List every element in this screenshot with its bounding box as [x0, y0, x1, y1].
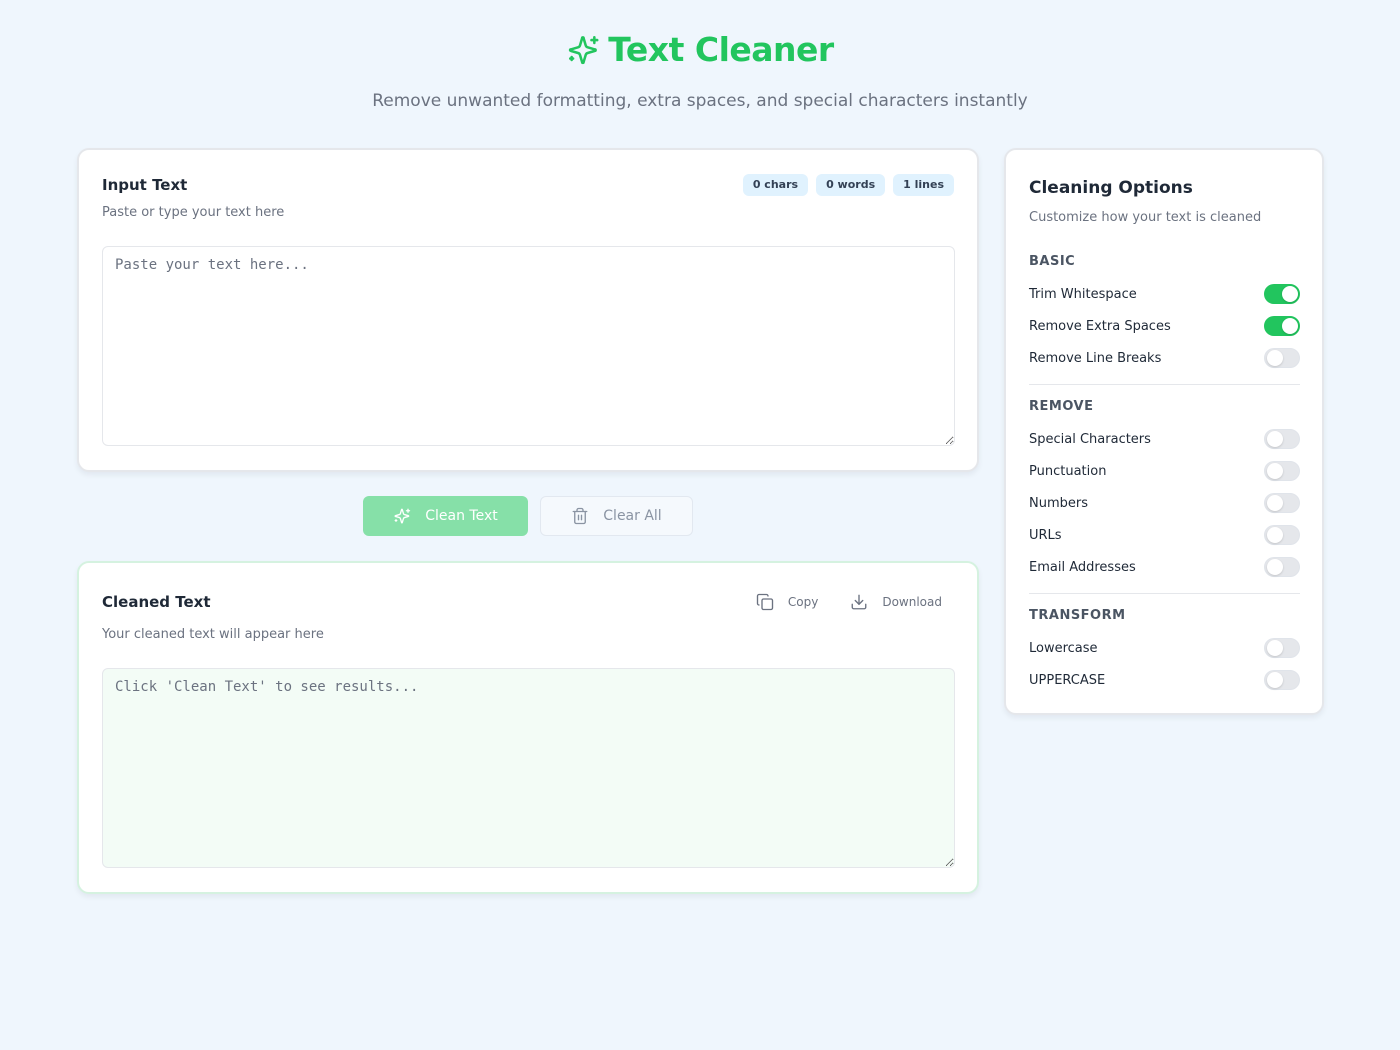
download-label: Download: [882, 595, 942, 609]
input-card-title: Input Text: [102, 176, 188, 194]
download-button[interactable]: Download: [850, 593, 942, 611]
option-remove-extra-spaces: Remove Extra Spaces: [1029, 315, 1300, 337]
option-label: URLs: [1029, 527, 1062, 543]
divider: [1029, 593, 1300, 594]
page-header: Text Cleaner: [0, 30, 1400, 69]
copy-label: Copy: [787, 595, 819, 609]
toggle-email-addresses[interactable]: [1264, 557, 1300, 577]
char-count-badge: 0 chars: [742, 174, 809, 196]
toggle-special-characters[interactable]: [1264, 429, 1300, 449]
section-label-remove: REMOVE: [1029, 399, 1094, 414]
option-urls: URLs: [1029, 524, 1300, 546]
option-label: Punctuation: [1029, 463, 1107, 479]
option-label: Special Characters: [1029, 431, 1151, 447]
text-stats: 0 chars 0 words 1 lines: [742, 174, 954, 196]
toggle-trim-whitespace[interactable]: [1264, 284, 1300, 304]
toggle-knob: [1267, 559, 1283, 575]
option-uppercase: UPPERCASE: [1029, 669, 1300, 691]
input-textarea[interactable]: [102, 246, 955, 446]
option-special-characters: Special Characters: [1029, 428, 1300, 450]
toggle-knob: [1267, 463, 1283, 479]
option-label: Remove Extra Spaces: [1029, 318, 1171, 334]
option-label: Email Addresses: [1029, 559, 1136, 575]
option-punctuation: Punctuation: [1029, 460, 1300, 482]
input-card: Input Text Paste or type your text here …: [77, 148, 979, 472]
section-label-basic: BASIC: [1029, 254, 1076, 269]
toggle-knob: [1282, 286, 1298, 302]
output-textarea[interactable]: [102, 668, 955, 868]
copy-button[interactable]: Copy: [756, 593, 818, 611]
toggle-uppercase[interactable]: [1264, 670, 1300, 690]
output-card: Cleaned Text Your cleaned text will appe…: [77, 561, 979, 894]
toggle-knob: [1267, 672, 1283, 688]
option-label: Remove Line Breaks: [1029, 350, 1162, 366]
toggle-knob: [1267, 350, 1283, 366]
toggle-lowercase[interactable]: [1264, 638, 1300, 658]
options-card: Cleaning Options Customize how your text…: [1004, 148, 1324, 715]
clear-all-label: Clear All: [603, 508, 662, 524]
word-count-badge: 0 words: [816, 174, 886, 196]
option-label: UPPERCASE: [1029, 672, 1106, 688]
sparkle-icon: [566, 33, 600, 67]
output-card-title: Cleaned Text: [102, 593, 211, 611]
output-actions: Copy Download: [756, 593, 942, 611]
option-remove-line-breaks: Remove Line Breaks: [1029, 347, 1300, 369]
toggle-knob: [1267, 431, 1283, 447]
clear-all-button[interactable]: Clear All: [540, 496, 693, 536]
options-description: Customize how your text is cleaned: [1029, 210, 1262, 225]
option-numbers: Numbers: [1029, 492, 1300, 514]
toggle-knob: [1282, 318, 1298, 334]
options-title: Cleaning Options: [1029, 178, 1193, 198]
option-trim-whitespace: Trim Whitespace: [1029, 283, 1300, 305]
divider: [1029, 384, 1300, 385]
line-count-badge: 1 lines: [893, 174, 954, 196]
copy-icon: [756, 593, 774, 611]
toggle-knob: [1267, 527, 1283, 543]
option-lowercase: Lowercase: [1029, 637, 1300, 659]
toggle-remove-line-breaks[interactable]: [1264, 348, 1300, 368]
input-card-description: Paste or type your text here: [102, 205, 285, 220]
toggle-knob: [1267, 640, 1283, 656]
page-title: Text Cleaner: [608, 30, 834, 69]
clean-text-button[interactable]: Clean Text: [363, 496, 528, 536]
toggle-urls[interactable]: [1264, 525, 1300, 545]
toggle-punctuation[interactable]: [1264, 461, 1300, 481]
page-subtitle: Remove unwanted formatting, extra spaces…: [372, 91, 1028, 111]
sparkle-icon: [393, 507, 411, 525]
trash-icon: [571, 507, 589, 525]
toggle-numbers[interactable]: [1264, 493, 1300, 513]
section-label-transform: TRANSFORM: [1029, 608, 1126, 623]
toggle-knob: [1267, 495, 1283, 511]
option-label: Lowercase: [1029, 640, 1098, 656]
output-card-description: Your cleaned text will appear here: [102, 627, 324, 642]
option-email-addresses: Email Addresses: [1029, 556, 1300, 578]
clean-text-label: Clean Text: [425, 508, 498, 524]
download-icon: [850, 593, 868, 611]
option-label: Trim Whitespace: [1029, 286, 1137, 302]
toggle-remove-extra-spaces[interactable]: [1264, 316, 1300, 336]
option-label: Numbers: [1029, 495, 1088, 511]
